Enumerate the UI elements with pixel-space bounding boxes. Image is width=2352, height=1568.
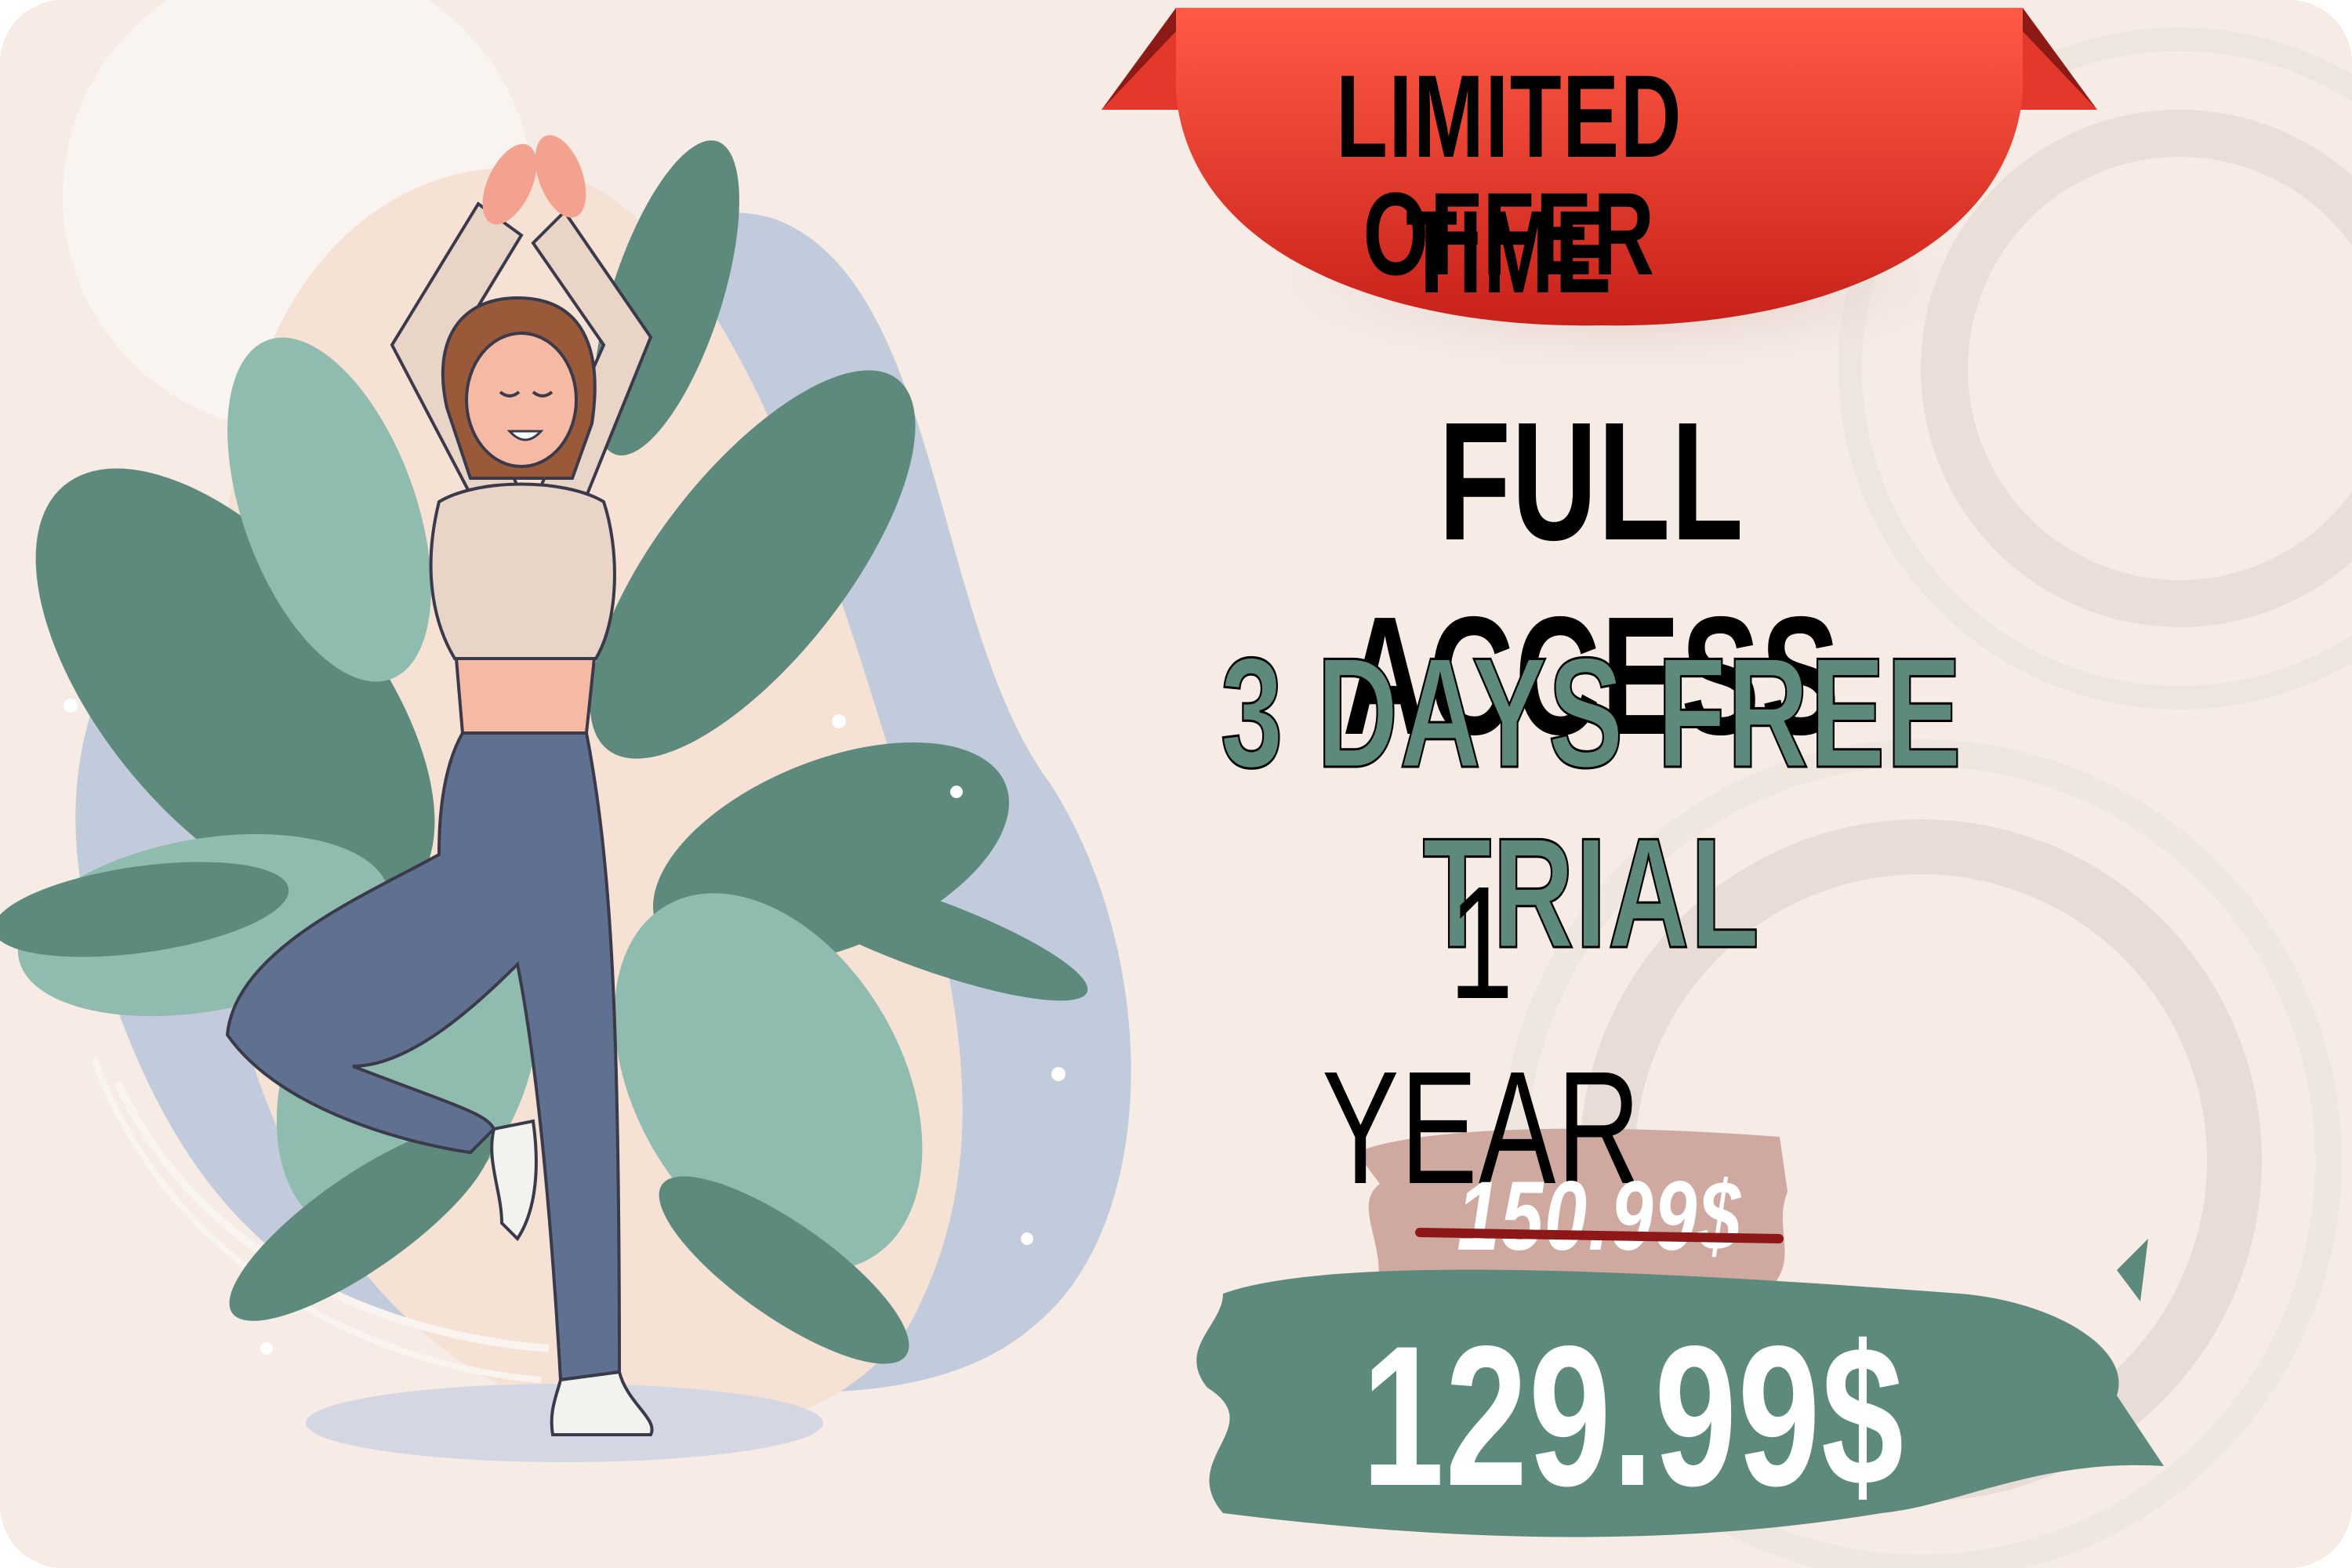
brush-splash [2117,1239,2148,1301]
banner-line-2: OFFER [1363,168,1656,299]
old-price: 150.99$ [1457,1162,1742,1271]
new-price: 129.99$ [1362,1305,1905,1528]
offer-card: LIMITED TIME OFFER FULL ACCESS 3 DAYS FR… [0,0,2352,1568]
